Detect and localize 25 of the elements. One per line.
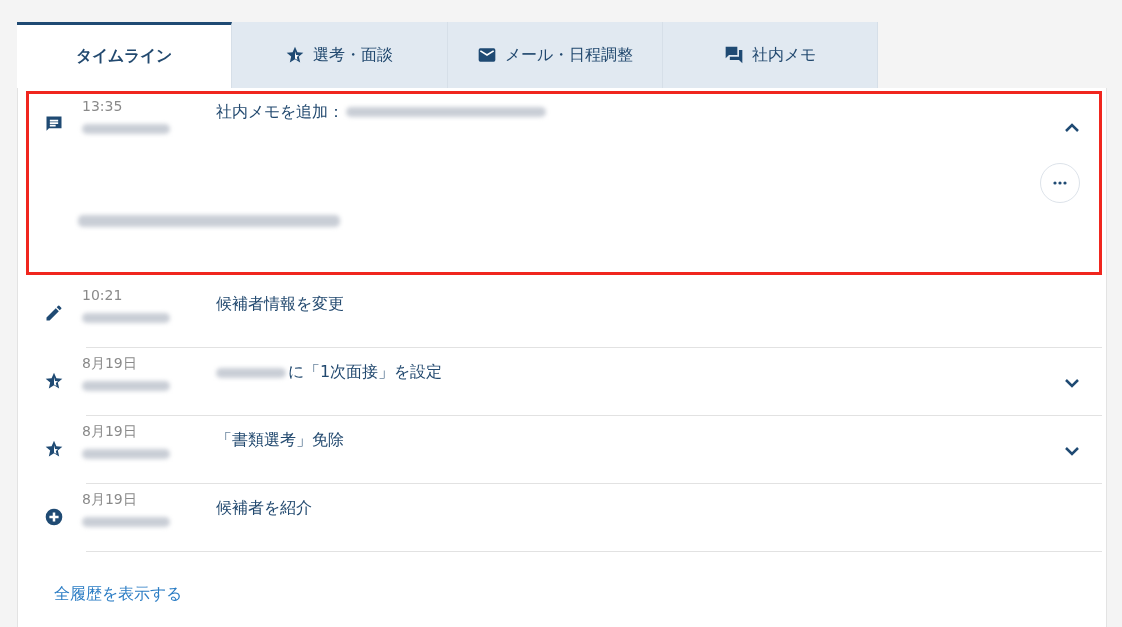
tab[interactable]: 社内メモ xyxy=(662,22,878,88)
chat-icon xyxy=(723,45,744,65)
tab[interactable]: 選考・面談 xyxy=(232,22,448,88)
entry-action: 候補者を紹介 xyxy=(216,498,312,519)
more-icon xyxy=(1053,181,1067,185)
expand-icon[interactable] xyxy=(1064,446,1080,458)
star-icon xyxy=(44,371,64,391)
pencil-icon xyxy=(44,303,64,323)
entry-time: 8月19日 xyxy=(82,490,138,508)
entry-time: 8月19日 xyxy=(82,354,138,372)
entry-time: 8月19日 xyxy=(82,422,138,440)
show-all-link[interactable]: 全履歴を表示する xyxy=(54,584,182,605)
tab[interactable]: メール・日程調整 xyxy=(447,22,663,88)
entry-action: に「1次面接」を設定 xyxy=(288,362,443,383)
entry-time: 13:35 xyxy=(82,97,124,115)
entry-action: 「書類選考」免除 xyxy=(216,430,344,451)
envelope-icon xyxy=(476,45,497,65)
plus-circle-icon xyxy=(44,507,64,527)
entry-action: 社内メモを追加： xyxy=(216,101,344,123)
tab[interactable]: タイムライン xyxy=(17,22,233,88)
entry-time: 10:21 xyxy=(82,286,124,304)
star-icon xyxy=(44,439,64,459)
entry-action: 候補者情報を変更 xyxy=(216,294,344,315)
collapse-icon[interactable] xyxy=(1064,121,1080,133)
expand-icon[interactable] xyxy=(1064,378,1080,390)
